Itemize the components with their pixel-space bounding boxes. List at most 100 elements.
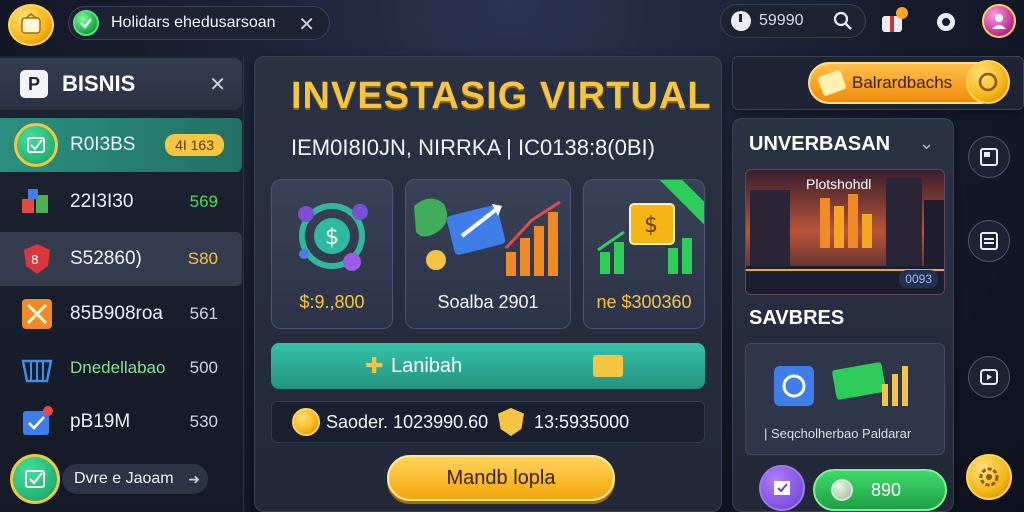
timer-icon — [731, 11, 751, 31]
investment-card-2[interactable]: Soalba 2901 — [405, 179, 571, 329]
cta-label: Mandb lopla — [446, 466, 556, 489]
shield-icon — [498, 408, 524, 436]
coin-network-icon: $ — [298, 203, 368, 271]
blocks-icon — [22, 189, 48, 213]
daily-check-button[interactable] — [10, 454, 60, 504]
check-icon — [73, 10, 99, 36]
gift-icon[interactable] — [878, 6, 908, 36]
coin-value-button[interactable]: 890 — [813, 469, 947, 511]
sidebar-item-active[interactable]: R0I3BS 4I 163 — [0, 118, 242, 172]
profile-avatar[interactable] — [982, 4, 1016, 38]
sidebar-item-value: 569 — [189, 192, 218, 211]
video-icon — [980, 369, 998, 385]
sidebar-item-value: 500 — [189, 358, 218, 377]
sidebar-item[interactable]: 8 S52860) S80 — [0, 232, 242, 286]
sidebar-item-label: 85B908roa — [70, 303, 163, 324]
page-title: INVESTASIG VIRTUAL — [291, 75, 712, 117]
settings-icon[interactable] — [932, 8, 960, 36]
checklist-icon — [14, 123, 58, 167]
sidebar-header: P BISNIS ✕ — [0, 58, 242, 110]
section-title: UNVERBASAN — [749, 133, 891, 155]
coin-button[interactable] — [966, 60, 1010, 104]
task-icon — [23, 406, 53, 435]
report-icon — [980, 232, 998, 250]
sidebar-item-value: 561 — [189, 304, 218, 323]
edit-icon — [774, 481, 790, 495]
sidebar: P BISNIS ✕ R0I3BS 4I 163 22I3I30 569 8 S… — [0, 56, 244, 512]
action-bar[interactable]: ✚ Lanibah — [271, 343, 705, 389]
ticket-icon — [817, 69, 847, 97]
svg-text:$: $ — [644, 213, 658, 238]
svg-text:$: $ — [325, 225, 339, 250]
shield-icon: 8 — [24, 244, 50, 274]
crossed-swords-icon — [22, 299, 52, 329]
sidebar-item-value: S80 — [187, 249, 218, 268]
sidebar-item-label: R0I3BS — [70, 134, 136, 155]
notice-text: Holidars ehedusarsoan — [111, 14, 276, 31]
sidebar-item-badge: 4I 163 — [165, 134, 224, 156]
savings-icon — [774, 362, 908, 406]
sidebar-item-label: S52860) — [70, 248, 142, 269]
right-column: Balrardbachs UNVERBASAN ⌄ Plotshohdl 009… — [732, 56, 1024, 512]
report-button[interactable] — [968, 220, 1010, 262]
investment-card-1[interactable]: $ $:9.,800 — [271, 179, 393, 329]
savings-caption: | Seqcholherbao Paldarar — [764, 426, 912, 441]
city-image[interactable]: Plotshohdl 0093 — [745, 169, 945, 295]
sidebar-item[interactable]: pB19M 530 — [0, 396, 242, 448]
card-label: ne $300360 — [596, 292, 692, 312]
sidebar-item[interactable]: 85B908roa 561 — [0, 288, 242, 340]
user-icon — [992, 14, 1006, 29]
svg-text:8: 8 — [31, 253, 39, 267]
wallet-icon — [21, 13, 41, 34]
stat-b: 13:5935000 — [534, 412, 630, 432]
arrow-right-icon: ➜ — [188, 470, 200, 487]
gear-icon — [979, 467, 999, 487]
primary-cta-button[interactable]: Mandb lopla — [387, 455, 615, 501]
sidebar-title: BISNIS — [62, 71, 136, 96]
close-icon[interactable]: ✕ — [209, 72, 226, 97]
notice-bar: Holidars ehedusarsoan ✕ — [68, 6, 330, 40]
sidebar-item[interactable]: 22I3I30 569 — [0, 176, 242, 228]
page-subtitle: IEM0I8I0JN, NIRRKA | IC0138:8(0BI) — [291, 135, 655, 160]
card-label: Soalba 2901 — [437, 292, 539, 312]
coin-value: 890 — [871, 479, 902, 500]
coin-icon — [831, 479, 853, 501]
footer-pill[interactable]: Dvre e Jaoam ➜ — [62, 464, 208, 494]
image-badge: 0093 — [899, 270, 938, 288]
search-icon[interactable] — [833, 11, 853, 36]
basket-icon — [21, 359, 53, 383]
sidebar-item-label: pB19M — [70, 411, 131, 432]
image-caption: Plotshohdl — [806, 176, 872, 192]
sidebar-item-label: Dnedellabao — [70, 358, 166, 377]
growth-chart-icon — [414, 198, 561, 276]
close-icon[interactable]: ✕ — [298, 12, 315, 37]
sidebar-item-value: 530 — [189, 412, 218, 431]
featured-panel: UNVERBASAN ⌄ Plotshohdl 0093 SAVBRES | S… — [732, 118, 954, 512]
task-button[interactable] — [759, 465, 805, 511]
savings-title: SAVBRES — [749, 307, 845, 329]
sidebar-item[interactable]: Dnedellabao 500 — [0, 342, 242, 394]
bank-icon: P — [20, 70, 48, 98]
chevron-down-icon[interactable]: ⌄ — [919, 133, 934, 154]
plus-icon: ✚ — [365, 353, 384, 378]
coin-icon — [978, 72, 998, 92]
investment-card-3[interactable]: $ ne $300360 — [583, 179, 705, 329]
card-label: $:9.,800 — [299, 292, 365, 312]
check-icon — [25, 470, 45, 488]
news-icon — [980, 148, 998, 166]
settings-gear-button[interactable] — [966, 454, 1012, 500]
savings-card[interactable]: | Seqcholherbao Paldarar — [745, 343, 945, 455]
ticket-icon — [593, 355, 623, 377]
play-button[interactable] — [968, 356, 1010, 398]
app-logo[interactable] — [8, 4, 54, 46]
action-label: Lanibah — [391, 355, 463, 377]
coin-icon — [292, 408, 320, 436]
footer-label: Dvre e Jaoam — [74, 470, 174, 487]
search-value: 59990 — [759, 12, 804, 29]
main-panel: INVESTASIG VIRTUAL IEM0I8I0JN, NIRRKA | … — [254, 56, 722, 512]
stats-bar: Saoder. 1023990.60 13:5935000 — [271, 401, 705, 443]
stat-a: Saoder. 1023990.60 — [326, 412, 489, 432]
news-button[interactable] — [968, 136, 1010, 178]
search-box[interactable]: 59990 — [720, 4, 866, 38]
money-chart-icon: $ — [597, 203, 692, 274]
